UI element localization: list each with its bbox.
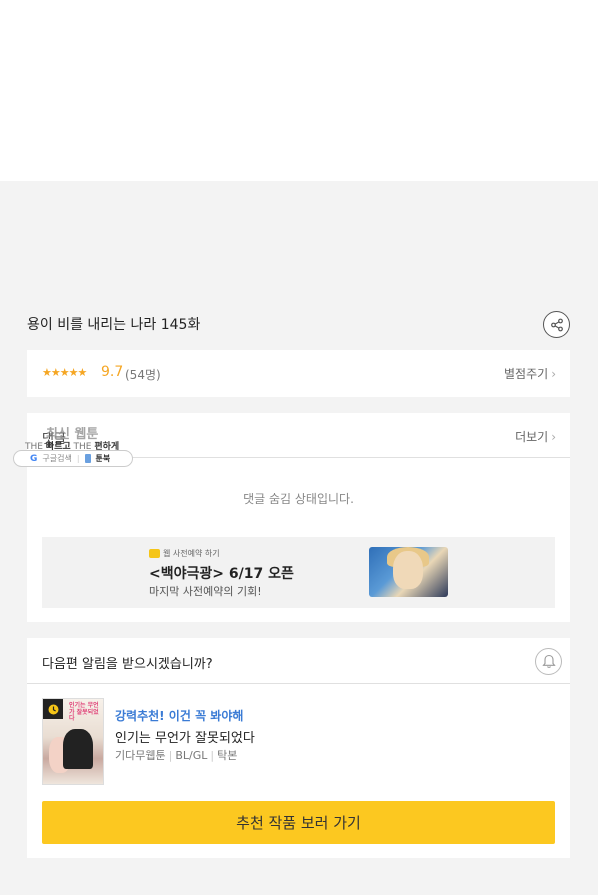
author: 기다무웹툰 [115, 749, 166, 762]
toonbook-label: 툰북 [95, 454, 111, 463]
recommend-tag: 강력추천! 이건 꼭 봐야해 [115, 709, 244, 723]
view-recommendation-button[interactable]: 추천 작품 보러 가기 [42, 801, 555, 844]
status: 탁본 [217, 749, 238, 762]
bell-button[interactable] [535, 648, 562, 675]
alert-question: 다음편 알림을 받으시겠습니까? [42, 657, 213, 672]
search-badge[interactable]: G 구글검색 | 툰북 [13, 450, 133, 467]
google-icon: G [30, 453, 38, 464]
google-search-label: 구글검색 [42, 454, 72, 463]
comment-header: 댓글 최신 웹툰 THE 빠르고 THE 편하게 G 구글검색 | 툰북 더보기… [13, 413, 570, 467]
recommended-title[interactable]: 인기는 무언가 잘못되었다 [115, 727, 255, 746]
episode-title: 용이 비를 내리는 나라 145화 [27, 317, 201, 333]
cover-title: 인기는 무언가 잘못되었다 [69, 702, 99, 723]
rating-stars: ★★★★★ [42, 366, 87, 379]
share-icon [550, 318, 563, 331]
recommended-meta: 기다무웹툰 | BL/GL | 탁본 [115, 747, 237, 763]
rating-count: (54명) [125, 368, 161, 382]
promo-small-text: 웹 사전예약 하기 [163, 549, 220, 558]
chevron-right-icon: › [551, 430, 556, 444]
comment-section: 댓글 최신 웹툰 THE 빠르고 THE 편하게 G 구글검색 | 툰북 더보기… [13, 413, 570, 622]
alert-header: 다음편 알림을 받으시겠습니까? [27, 638, 570, 684]
recommended-cover[interactable]: 인기는 무언가 잘못되었다 [42, 698, 104, 785]
share-button[interactable] [543, 311, 570, 338]
cover-figure [63, 729, 93, 769]
promo-thumbnail [369, 547, 448, 597]
promo-small-label: 웹 사전예약 하기 [149, 548, 220, 559]
rating-card: ★★★★★ 9.7 (54명) 별점주기 › [27, 350, 570, 397]
genre: BL/GL [175, 749, 208, 762]
alert-section: 다음편 알림을 받으시겠습니까? 인기는 무언가 잘못되었다 강력추천! 이건 … [27, 638, 570, 858]
divider: | [76, 454, 80, 463]
bell-icon [541, 654, 556, 668]
toonbook-icon [84, 454, 91, 463]
chevron-right-icon: › [551, 367, 556, 381]
meta-separator: | [168, 749, 173, 762]
more-comments-link[interactable]: 더보기 › [515, 428, 556, 445]
promo-title: <백야극광> 6/17 오픈 [149, 566, 294, 582]
ad-space [0, 0, 598, 181]
rate-button[interactable]: 별점주기 › [504, 365, 556, 382]
promo-subtitle: 마지막 사전예약의 기회! [149, 585, 262, 598]
promo-banner[interactable]: 웹 사전예약 하기 <백야극광> 6/17 오픈 마지막 사전예약의 기회! [42, 537, 555, 608]
rate-button-label: 별점주기 [504, 367, 549, 381]
more-label: 더보기 [515, 430, 549, 444]
meta-separator: | [210, 749, 215, 762]
character-face [393, 551, 423, 589]
comments-hidden-message: 댓글 숨김 상태입니다. [243, 492, 354, 506]
clock-icon [43, 699, 63, 719]
rating-score: 9.7 [101, 364, 124, 380]
game-icon [149, 549, 160, 558]
